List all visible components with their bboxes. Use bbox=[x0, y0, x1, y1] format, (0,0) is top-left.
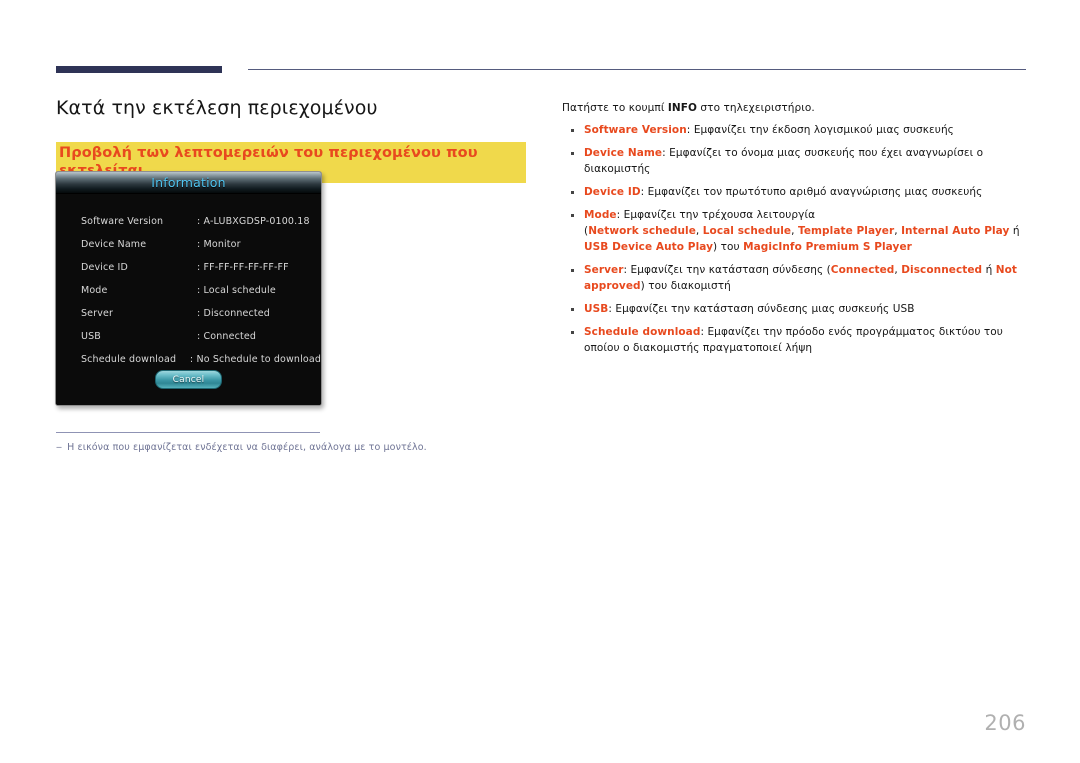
header-rule-thin bbox=[248, 69, 1026, 70]
info-item: Software Version: Εμφανίζει την έκδοση λ… bbox=[562, 122, 1030, 138]
info-item: Server: Εμφανίζει την κατάσταση σύνδεσης… bbox=[562, 262, 1030, 294]
info-item-term: Server bbox=[584, 264, 624, 276]
dialog-info-row: Device ID : FF-FF-FF-FF-FF-FF bbox=[81, 256, 321, 279]
bullet-dot-icon bbox=[571, 129, 574, 132]
footnote-dash: ‒ bbox=[56, 442, 63, 453]
cancel-button[interactable]: Cancel bbox=[155, 370, 222, 389]
info-item-keyword: Local schedule bbox=[702, 225, 792, 237]
dialog-info-label: Mode bbox=[81, 285, 108, 296]
dialog-actions: Cancel bbox=[56, 370, 321, 389]
information-dialog: Information Software Version : A-LUBXGDSP… bbox=[55, 171, 322, 406]
bullet-dot-icon bbox=[571, 269, 574, 272]
bullet-dot-icon bbox=[571, 214, 574, 217]
dialog-info-value: : A-LUBXGDSP-0100.18 bbox=[197, 216, 310, 227]
info-item: USB: Εμφανίζει την κατάσταση σύνδεσης μι… bbox=[562, 301, 1030, 317]
info-item-keyword: MagicInfo Premium S Player bbox=[743, 241, 912, 253]
dialog-info-row: Device Name : Monitor bbox=[81, 233, 321, 256]
info-item-keyword: Template Player bbox=[797, 225, 895, 237]
dialog-info-value: : Local schedule bbox=[197, 285, 276, 296]
bullet-dot-icon bbox=[571, 308, 574, 311]
dialog-title: Information bbox=[151, 175, 226, 190]
info-key-label: INFO bbox=[667, 102, 698, 114]
info-item-term: Software Version bbox=[584, 124, 687, 136]
page-number: 206 bbox=[984, 711, 1026, 735]
dialog-info-row: Mode : Local schedule bbox=[81, 279, 321, 302]
dialog-info-label: Device Name bbox=[81, 239, 147, 250]
dialog-info-label: Device ID bbox=[81, 262, 128, 273]
info-item-description: , bbox=[791, 225, 798, 237]
info-item: Device Name: Εμφανίζει το όνομα μιας συσ… bbox=[562, 145, 1030, 177]
info-item-description: ) του bbox=[713, 241, 744, 253]
info-item-keyword: Network schedule bbox=[588, 225, 696, 237]
dialog-info-value: : Connected bbox=[197, 331, 257, 342]
info-item-term: Mode bbox=[584, 209, 617, 221]
dialog-info-value: : FF-FF-FF-FF-FF-FF bbox=[197, 262, 289, 273]
dialog-info-label: USB bbox=[81, 331, 101, 342]
dialog-info-list: Software Version : A-LUBXGDSP-0100.18 Devi… bbox=[56, 210, 321, 371]
info-item-description: : Εμφανίζει την τρέχουσα λειτουργία bbox=[616, 209, 816, 221]
info-item-keyword: Connected bbox=[830, 264, 895, 276]
info-item: Schedule download: Εμφανίζει την πρόοδο … bbox=[562, 324, 1030, 356]
info-item: Mode: Εμφανίζει την τρέχουσα λειτουργία(… bbox=[562, 207, 1030, 255]
dialog-info-row: Software Version : A-LUBXGDSP-0100.18 bbox=[81, 210, 321, 233]
info-item-description: ) του διακομιστή bbox=[640, 280, 731, 292]
info-item-description: : Εμφανίζει την έκδοση λογισμικού μιας σ… bbox=[686, 124, 954, 136]
info-item-term: Schedule download bbox=[584, 326, 701, 338]
dialog-info-row: Schedule download : No Schedule to downlo… bbox=[81, 348, 321, 371]
left-column: Κατά την εκτέλεση περιεχομένου Προβολή τ… bbox=[56, 95, 526, 183]
info-item-description: : Εμφανίζει τον πρωτότυπο αριθμό αναγνώρ… bbox=[640, 186, 983, 198]
info-item-keyword: USB Device Auto Play bbox=[584, 241, 714, 253]
bullet-dot-icon bbox=[571, 191, 574, 194]
right-column: Πατήστε το κουμπί INFO στο τηλεχειριστήρ… bbox=[562, 100, 1030, 363]
footnote-divider bbox=[56, 432, 320, 433]
page-title: Κατά την εκτέλεση περιεχομένου bbox=[56, 97, 378, 119]
bullet-dot-icon bbox=[571, 331, 574, 334]
dialog-info-label: Software Version bbox=[81, 216, 164, 227]
bullet-dot-icon bbox=[571, 152, 574, 155]
info-item-term: USB bbox=[584, 303, 609, 315]
info-item-keyword: Internal Auto Play bbox=[901, 225, 1010, 237]
info-items-list: Software Version: Εμφανίζει την έκδοση λ… bbox=[562, 122, 1030, 356]
dialog-info-value: : Monitor bbox=[197, 239, 241, 250]
dialog-info-row: USB : Connected bbox=[81, 325, 321, 348]
info-item-description: , bbox=[695, 225, 703, 237]
intro-paragraph: Πατήστε το κουμπί INFO στο τηλεχειριστήρ… bbox=[562, 100, 1030, 116]
info-item-description: : Εμφανίζει την κατάσταση σύνδεσης ( bbox=[623, 264, 831, 276]
dialog-info-value: : No Schedule to download bbox=[189, 354, 321, 365]
intro-text-before: Πατήστε το κουμπί bbox=[562, 102, 668, 114]
header-rule-thick bbox=[56, 66, 222, 73]
info-item-description: ή bbox=[982, 264, 996, 276]
intro-text-after: στο τηλεχειριστήριο. bbox=[697, 102, 815, 114]
info-item-term: Device ID bbox=[584, 186, 641, 198]
dialog-info-label: Server bbox=[81, 308, 114, 319]
dialog-info-row: Server : Disconnected bbox=[81, 302, 321, 325]
dialog-info-value: : Disconnected bbox=[197, 308, 270, 319]
dialog-titlebar: Information bbox=[56, 172, 321, 194]
info-item: Device ID: Εμφανίζει τον πρωτότυπο αριθμ… bbox=[562, 184, 1030, 200]
dialog-info-label: Schedule download bbox=[81, 354, 177, 365]
info-item-description: : Εμφανίζει την κατάσταση σύνδεσης μιας … bbox=[608, 303, 915, 315]
info-item-keyword: Disconnected bbox=[901, 264, 983, 276]
dialog-body: Software Version : A-LUBXGDSP-0100.18 Devi… bbox=[56, 194, 321, 405]
info-item-term: Device Name bbox=[584, 147, 663, 159]
info-item-description: ή bbox=[1009, 225, 1020, 237]
footnote: ‒ Η εικόνα που εμφανίζεται ενδέχεται να δ… bbox=[56, 440, 526, 455]
footnote-text: Η εικόνα που εμφανίζεται ενδέχεται να δι… bbox=[67, 442, 427, 453]
